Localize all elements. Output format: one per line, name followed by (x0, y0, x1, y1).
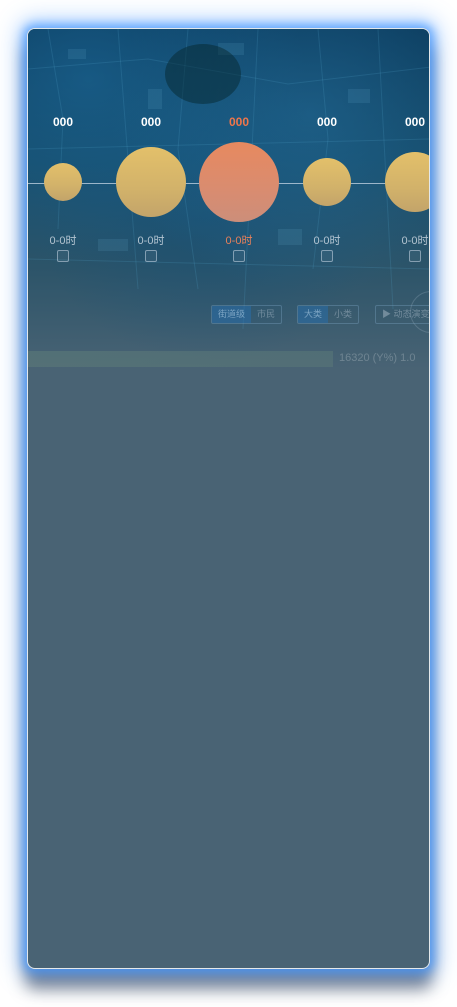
slot-bubble[interactable] (116, 147, 186, 217)
slot-value: 000 (52, 115, 74, 129)
slot-bubble[interactable] (199, 142, 279, 222)
slot-checkbox[interactable] (321, 250, 333, 262)
level-toggle-group: 街道级 市民 (211, 305, 283, 324)
slot-value: 000 (228, 115, 250, 129)
toggle-option-major[interactable]: 大类 (298, 306, 329, 323)
slot-time-range: 0-0时 (137, 235, 165, 247)
timeline-panel: 000 0-0时 000 0-0时 000 0-0时 000 0-0时 000 (27, 28, 430, 969)
slot-checkbox[interactable] (57, 250, 69, 262)
slot-checkbox[interactable] (145, 250, 157, 262)
slot-time-range: 0-0时 (313, 235, 341, 247)
toggle-option-street[interactable]: 街道级 (212, 306, 252, 323)
toggle-option-citizen[interactable]: 市民 (251, 306, 281, 323)
coordinate-readout: 16320 (Y%) 1.0 (339, 352, 416, 364)
slot-time-range: 0-0时 (401, 235, 429, 247)
toggle-option-minor[interactable]: 小类 (328, 306, 358, 323)
slot-value: 000 (316, 115, 338, 129)
screen: 000 0-0时 000 0-0时 000 0-0时 000 0-0时 000 (0, 0, 457, 1007)
map-bottom-band (28, 351, 333, 367)
play-animation-button[interactable]: ▶ 动态演变 (375, 305, 429, 324)
slot-time-range: 0-0时 (49, 235, 77, 247)
slot-checkbox[interactable] (233, 250, 245, 262)
slot-time-range: 0-0时 (225, 235, 253, 247)
category-toggle-group: 大类 小类 (297, 305, 360, 324)
slot-checkbox[interactable] (409, 250, 421, 262)
slot-value: 000 (404, 115, 426, 129)
slot-bubble[interactable] (44, 163, 82, 201)
slot-value: 000 (140, 115, 162, 129)
slot-bubble[interactable] (303, 158, 351, 206)
